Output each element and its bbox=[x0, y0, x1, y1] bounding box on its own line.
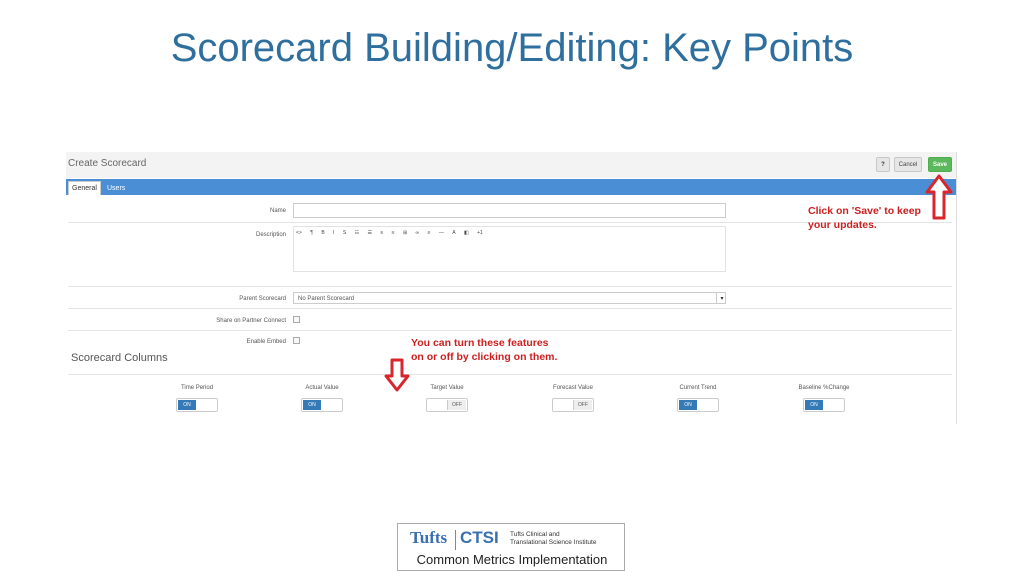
help-button[interactable]: ? bbox=[876, 157, 890, 172]
column-label-actual-value: Actual Value bbox=[305, 385, 339, 391]
parent-scorecard-label: Parent Scorecard bbox=[239, 296, 286, 302]
toggle-note-line2: on or off by clicking on them. bbox=[411, 351, 558, 363]
plus-one-icon[interactable]: +1 bbox=[477, 230, 483, 236]
share-partner-label: Share on Partner Connect bbox=[216, 318, 286, 324]
bullet-list-icon[interactable]: ☷ bbox=[355, 230, 359, 236]
toggle-note-line1: You can turn these features bbox=[411, 337, 549, 349]
description-label: Description bbox=[255, 232, 286, 238]
bold-icon[interactable]: B bbox=[321, 230, 324, 236]
tufts-ctsi-logo: Tufts CTSI Tufts Clinical and Translatio… bbox=[397, 523, 625, 571]
logo-subtitle: Tufts Clinical and Translational Science… bbox=[510, 531, 620, 547]
toggle-state: ON bbox=[805, 400, 823, 410]
help-icon: ? bbox=[881, 161, 885, 168]
name-input[interactable] bbox=[293, 203, 726, 218]
font-color-icon[interactable]: A bbox=[452, 230, 455, 236]
toggle-state: ON bbox=[679, 400, 697, 410]
logo-ctsi: CTSI bbox=[460, 528, 499, 547]
divider bbox=[68, 286, 952, 287]
tab-bar: General Users bbox=[66, 179, 956, 195]
current-trend-toggle[interactable]: ON bbox=[677, 398, 719, 412]
share-partner-checkbox[interactable] bbox=[293, 316, 300, 323]
tab-users[interactable]: Users bbox=[104, 181, 128, 195]
baseline-change-toggle[interactable]: ON bbox=[803, 398, 845, 412]
down-arrow-icon bbox=[384, 358, 410, 392]
save-note-line2: your updates. bbox=[808, 219, 877, 231]
indent-icon[interactable]: ≡ bbox=[392, 230, 395, 236]
image-icon[interactable]: ◧ bbox=[464, 230, 469, 236]
target-value-toggle[interactable]: OFF bbox=[426, 398, 468, 412]
create-scorecard-panel: Create Scorecard ? Cancel Save General U… bbox=[66, 152, 957, 424]
outdent-icon[interactable]: ≡ bbox=[380, 230, 383, 236]
forecast-value-toggle[interactable]: OFF bbox=[552, 398, 594, 412]
toggle-state: OFF bbox=[573, 400, 592, 410]
divider bbox=[68, 330, 952, 331]
column-label-current-trend: Current Trend bbox=[679, 385, 717, 391]
numbered-list-icon[interactable]: ☰ bbox=[367, 230, 371, 236]
logo-subtitle-line2: Translational Science Institute bbox=[510, 539, 597, 546]
actual-value-toggle[interactable]: ON bbox=[301, 398, 343, 412]
enable-embed-label: Enable Embed bbox=[246, 339, 286, 345]
logo-tagline: Common Metrics Implementation bbox=[416, 552, 608, 567]
horizontal-rule-icon[interactable]: — bbox=[439, 230, 444, 236]
tab-general[interactable]: General bbox=[68, 181, 101, 195]
toggle-note: You can turn these features on or off by… bbox=[411, 336, 557, 364]
table-icon[interactable]: ⊞ bbox=[403, 230, 407, 236]
logo-separator bbox=[455, 530, 456, 550]
save-button[interactable]: Save bbox=[928, 157, 952, 172]
toggle-state: ON bbox=[178, 400, 196, 410]
column-label-time-period: Time Period bbox=[180, 385, 214, 391]
logo-tufts: Tufts bbox=[410, 528, 448, 547]
link-icon[interactable]: ∞ bbox=[416, 230, 420, 236]
column-label-forecast-value: Forecast Value bbox=[553, 385, 593, 391]
divider bbox=[68, 374, 952, 375]
strikethrough-icon[interactable]: S bbox=[343, 230, 346, 236]
column-label-baseline-change: Baseline %Change bbox=[798, 385, 850, 391]
parent-scorecard-select[interactable] bbox=[293, 292, 726, 304]
panel-title: Create Scorecard bbox=[68, 158, 147, 169]
slide-title: Scorecard Building/Editing: Key Points bbox=[170, 26, 854, 70]
save-note: Click on 'Save' to keep your updates. bbox=[808, 204, 921, 232]
align-icon[interactable]: ≡ bbox=[428, 230, 431, 236]
panel-header: Create Scorecard ? Cancel Save bbox=[66, 152, 956, 178]
enable-embed-checkbox[interactable] bbox=[293, 337, 300, 344]
scorecard-columns-title: Scorecard Columns bbox=[71, 352, 168, 364]
name-label: Name bbox=[269, 208, 286, 214]
editor-toolbar: <> ¶ B I S ☷ ☰ ≡ ≡ ⊞ ∞ ≡ — A ◧ +1 bbox=[296, 230, 490, 236]
italic-icon[interactable]: I bbox=[333, 230, 334, 236]
time-period-toggle[interactable]: ON bbox=[176, 398, 218, 412]
paragraph-icon[interactable]: ¶ bbox=[310, 230, 313, 236]
divider bbox=[68, 308, 952, 309]
toggle-state: OFF bbox=[447, 400, 466, 410]
toggle-state: ON bbox=[303, 400, 321, 410]
cancel-button[interactable]: Cancel bbox=[894, 157, 922, 172]
up-arrow-icon bbox=[925, 174, 953, 220]
save-note-line1: Click on 'Save' to keep bbox=[808, 205, 921, 217]
caret-down-icon: ▾ bbox=[716, 292, 727, 304]
code-view-icon[interactable]: <> bbox=[296, 230, 302, 236]
parent-scorecard-value: No Parent Scorecard bbox=[298, 296, 355, 302]
logo-subtitle-line1: Tufts Clinical and bbox=[510, 531, 560, 538]
